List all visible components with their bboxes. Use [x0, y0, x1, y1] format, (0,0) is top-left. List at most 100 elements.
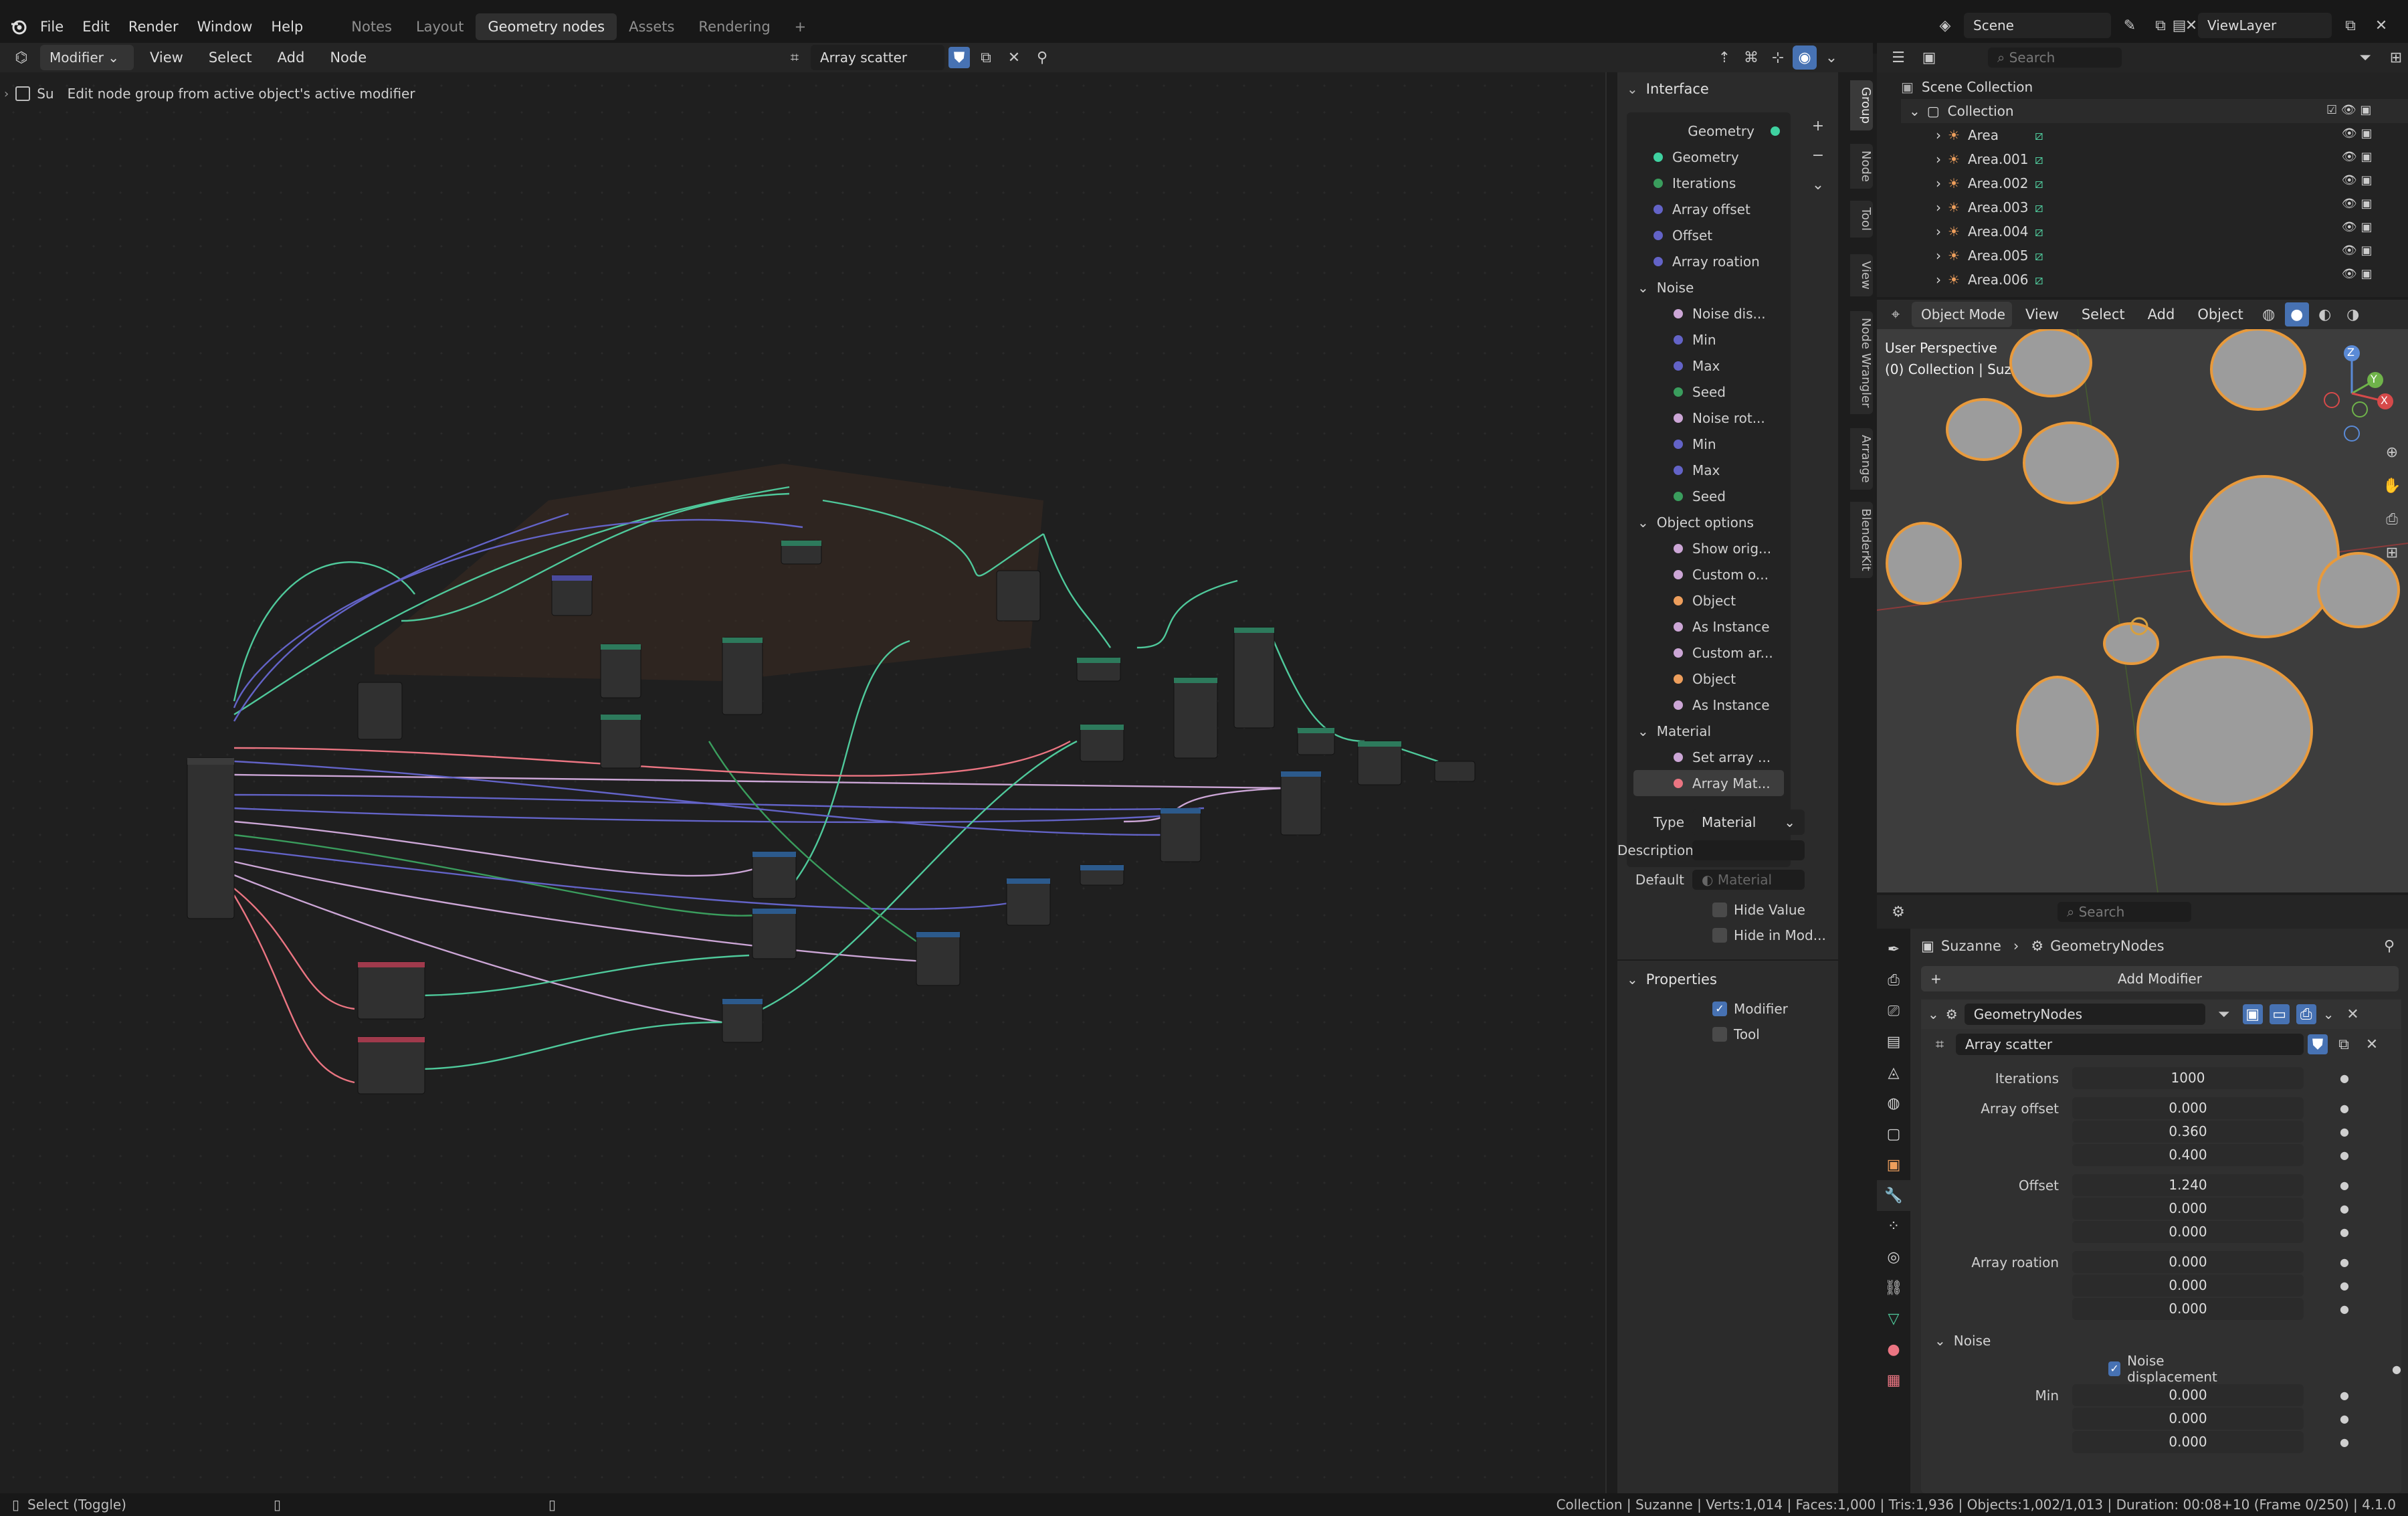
shading-solid-icon[interactable]: ● [2284, 302, 2309, 326]
output-geometry[interactable]: Geometry [1633, 118, 1784, 144]
hide-in-modifier-checkbox[interactable] [1712, 928, 1727, 943]
hide-value-checkbox[interactable] [1712, 903, 1727, 917]
frame-node[interactable] [375, 464, 1043, 681]
camera-icon[interactable]: ⎙ [2380, 507, 2404, 531]
keyframe-dot-icon[interactable]: ● [2340, 1179, 2349, 1192]
noise-displacement-checkbox[interactable]: ✓ [2108, 1361, 2121, 1376]
modifier-name-field[interactable]: GeometryNodes [1964, 1004, 2205, 1025]
add-workspace-button[interactable]: + [783, 13, 819, 40]
properties-panel-header[interactable]: ⌄ Properties [1627, 966, 1717, 993]
viewport-3d[interactable]: ⌖ Object Mode View Select Add Object ◍ ●… [1877, 300, 2408, 892]
node[interactable] [1357, 741, 1402, 785]
node[interactable] [722, 998, 763, 1043]
array-offset-z-field[interactable]: 0.400 [2072, 1144, 2304, 1166]
noise-item[interactable]: Seed [1633, 379, 1784, 405]
blender-logo-icon[interactable] [7, 15, 31, 39]
output-tab-icon[interactable]: ⎚ [1877, 996, 1910, 1026]
modifier-tab-icon[interactable]: 🔧 [1877, 1180, 1910, 1211]
keyframe-dot-icon[interactable]: ● [2340, 1102, 2349, 1115]
tool-checkbox[interactable] [1712, 1027, 1727, 1042]
context-dropdown[interactable]: Modifier ⌄ [40, 45, 134, 70]
description-input[interactable] [1692, 840, 1805, 860]
object-options-item[interactable]: Object [1633, 587, 1784, 613]
node[interactable] [1080, 724, 1124, 762]
node[interactable] [357, 961, 425, 1020]
render-toggle-icon[interactable]: ⎙ [2296, 1004, 2316, 1024]
exclude-checkbox-icon[interactable]: ☑ 👁 ▣ [2326, 103, 2372, 117]
tab-notes[interactable]: Notes [339, 13, 404, 40]
view-layer-tab-icon[interactable]: ▤ [1877, 1026, 1910, 1057]
add-modifier-button[interactable]: + Add Modifier [1921, 966, 2399, 991]
tool-usage-row[interactable]: Tool [1712, 1026, 1760, 1042]
iterations-field[interactable]: 1000 [2072, 1067, 2304, 1089]
display-mode-icon[interactable]: ▣ [1917, 45, 1941, 70]
chevron-down-icon[interactable]: ⌄ [1806, 173, 1830, 197]
chevron-down-icon[interactable]: ⌄ [2323, 1006, 2334, 1022]
node[interactable] [1006, 878, 1051, 926]
shading-material-icon[interactable]: ◐ [2313, 302, 2337, 326]
editor-type-icon[interactable]: ⌖ [1884, 302, 1908, 326]
view-layer-field[interactable]: ViewLayer [2198, 13, 2332, 38]
hide-in-modifier-row[interactable]: Hide in Mod... [1712, 927, 1826, 943]
physics-tab-icon[interactable]: ◎ [1877, 1242, 1910, 1272]
offset-x-field[interactable]: 1.240 [2072, 1174, 2304, 1196]
fake-user-shield-icon[interactable]: ⛊ [948, 47, 970, 68]
node[interactable] [357, 682, 403, 740]
keyframe-dot-icon[interactable]: ● [2340, 1436, 2349, 1448]
duplicate-icon[interactable]: ⧉ [2332, 1032, 2356, 1056]
duplicate-icon[interactable]: ⧉ [974, 45, 998, 70]
pin-icon[interactable]: ⚲ [2377, 934, 2401, 958]
modifier-usage-row[interactable]: ✓ Modifier [1712, 1001, 1788, 1017]
menu-window[interactable]: Window [188, 19, 262, 35]
noise-item[interactable]: Noise rot... [1633, 405, 1784, 431]
node-tree-icon[interactable]: ⌗ [1928, 1032, 1952, 1056]
cage-toggle-icon[interactable]: ▣ [2242, 1004, 2263, 1024]
noise-subpanel-header[interactable]: ⌄ Noise [1921, 1327, 2401, 1354]
parent-node-tree-icon[interactable]: ⇡ [1712, 45, 1736, 70]
view-layer-icon[interactable]: ▤ [2167, 13, 2191, 37]
menu-view[interactable]: View [2016, 306, 2068, 322]
noise-min-z-field[interactable]: 0.000 [2072, 1431, 2304, 1453]
editor-type-icon[interactable]: ⚙ [1886, 900, 1910, 924]
node[interactable] [722, 637, 763, 715]
properties-search-input[interactable]: ⌕ Search [2058, 902, 2191, 922]
noise-item[interactable]: Min [1633, 326, 1784, 353]
object-options-item[interactable]: As Instance [1633, 692, 1784, 718]
tab-node[interactable]: Node [1850, 144, 1873, 189]
keyframe-dot-icon[interactable]: ● [2340, 1125, 2349, 1138]
particles-tab-icon[interactable]: ⁘ [1877, 1211, 1910, 1242]
keyframe-dot-icon[interactable]: ● [2340, 1072, 2349, 1084]
hide-value-row[interactable]: Hide Value [1712, 902, 1805, 918]
editor-type-icon[interactable]: ⌬ [9, 45, 33, 70]
node[interactable] [1160, 808, 1201, 862]
eye-icon[interactable]: 👁 ▣ [2326, 150, 2373, 164]
noise-displacement-row[interactable]: ✓ Noise displacement ● [1921, 1353, 2401, 1385]
eye-icon[interactable]: 👁 ▣ [2326, 267, 2373, 281]
overlays-icon[interactable]: ◉ [1793, 45, 1817, 70]
node[interactable] [357, 1036, 425, 1095]
tab-node-wrangler[interactable]: Node Wrangler [1850, 311, 1873, 415]
material-item[interactable]: Set array ... [1633, 744, 1784, 770]
overlays-dropdown-icon[interactable]: ⌄ [1819, 45, 1843, 70]
input-geometry[interactable]: Geometry [1633, 144, 1784, 170]
new-view-layer-icon[interactable]: ⧉ [2338, 13, 2363, 37]
snap-settings-icon[interactable]: ⊹ [1766, 45, 1790, 70]
eye-icon[interactable]: 👁 ▣ [2326, 173, 2373, 187]
tab-group[interactable]: Group [1850, 80, 1873, 130]
close-icon[interactable]: ✕ [1002, 45, 1026, 70]
constraints-tab-icon[interactable]: ⛓ [1877, 1272, 1910, 1303]
node-group-selector[interactable]: Array scatter [1956, 1034, 2304, 1055]
viewport-toggle-icon[interactable]: ▭ [2269, 1004, 2290, 1024]
object-tab-icon[interactable]: ▣ [1877, 1149, 1910, 1180]
node-group-field[interactable]: Array scatter [811, 45, 944, 70]
new-collection-icon[interactable]: ⊞ [2384, 45, 2408, 70]
node[interactable] [600, 644, 641, 698]
input-array-roation[interactable]: Array roation [1633, 248, 1784, 274]
menu-object[interactable]: Object [2188, 306, 2252, 322]
menu-file[interactable]: File [31, 19, 73, 35]
object-options-item[interactable]: Custom ar... [1633, 640, 1784, 666]
menu-add[interactable]: Add [268, 50, 314, 66]
menu-render[interactable]: Render [119, 19, 188, 35]
array-offset-y-field[interactable]: 0.360 [2072, 1121, 2304, 1143]
keyframe-dot-icon[interactable]: ● [2392, 1363, 2401, 1376]
